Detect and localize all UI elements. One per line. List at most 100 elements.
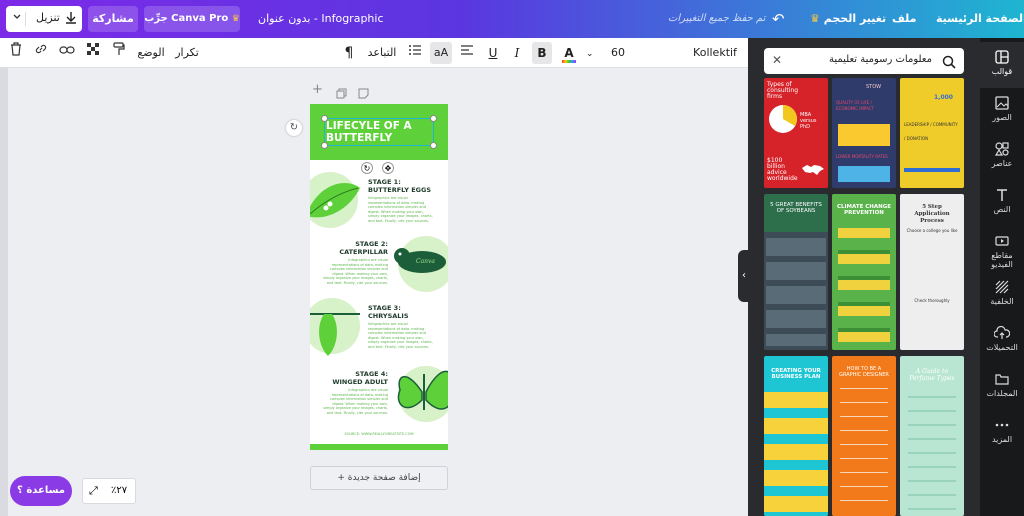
- font-family-dropdown[interactable]: Kollektif: [690, 42, 740, 64]
- design-page[interactable]: LIFECYLE OF A BUTTERFLY ↻ ✥ Canva STAGE …: [310, 104, 448, 450]
- sidebar-item-uploads[interactable]: التحميلات: [980, 318, 1024, 364]
- save-status: تم حفظ جميع التغييرات: [668, 13, 766, 24]
- duplicate-button[interactable]: تكرار: [174, 42, 200, 64]
- template-card[interactable]: 5 GREAT BENEFITS OF SOYBEANS: [764, 194, 828, 350]
- sidebar-item-folders[interactable]: المجلدات: [980, 364, 1024, 410]
- add-element-icon[interactable]: +: [312, 82, 323, 97]
- sidebar-item-photos[interactable]: الصور: [980, 88, 1024, 134]
- sidebar-item-elements[interactable]: عناصر: [980, 134, 1024, 180]
- uploads-icon: [994, 326, 1010, 339]
- stage1-title: STAGE 1: BUTTERFLY EGGS: [368, 178, 432, 194]
- align-icon[interactable]: [458, 42, 476, 64]
- stage2-title: STAGE 2: CATERPILLAR: [339, 240, 388, 256]
- list-icon[interactable]: [406, 42, 424, 64]
- template-card[interactable]: HOW TO BE A GRAPHIC DESIGNER: [832, 356, 896, 516]
- chart-block: [838, 166, 890, 182]
- home-link[interactable]: الصفحة الرئيسية ›: [936, 0, 1024, 38]
- template-card[interactable]: CREATING YOUR BUSINESS PLAN: [764, 356, 828, 516]
- clear-search-icon[interactable]: ✕: [772, 53, 782, 67]
- zoom-control[interactable]: ⤢ ٪٢٧: [82, 478, 136, 504]
- template-card[interactable]: STOW QUALITY OF LIFE / ECONOMIC IMPACT L…: [832, 78, 896, 188]
- template-card[interactable]: 5 Step Application Process Choose a coll…: [900, 194, 964, 350]
- collapse-panel-handle[interactable]: ‹: [738, 250, 750, 302]
- sidebar-item-label: عناصر: [991, 159, 1013, 168]
- note-icon[interactable]: [358, 84, 369, 103]
- content-rows: [764, 392, 828, 516]
- template-card[interactable]: 1,000 LEADERSHIP / COMMUNITY / DONATION: [900, 78, 964, 188]
- stage3-text: Infographics are visual representations …: [368, 322, 433, 349]
- link-icon[interactable]: [32, 42, 50, 64]
- sidebar-item-video[interactable]: مقاطع الفيديو: [980, 226, 1024, 272]
- add-page-button[interactable]: + إضافة صفحة جديدة: [310, 466, 448, 490]
- sidebar-item-label: الخلفية: [990, 297, 1014, 306]
- position-button[interactable]: الوضع: [136, 42, 166, 64]
- paint-roller-icon[interactable]: [110, 42, 128, 64]
- italic-icon[interactable]: I: [508, 42, 526, 64]
- template-card-stat: LOWER MORTALITY RATES: [836, 154, 888, 159]
- photos-icon: [995, 96, 1009, 110]
- background-icon: [995, 280, 1009, 294]
- document-title[interactable]: بدون عنوان - Infographic: [258, 0, 384, 38]
- template-card[interactable]: A Guide to Perfume Types: [900, 356, 964, 516]
- trash-icon[interactable]: [8, 42, 24, 64]
- sidebar-item-more[interactable]: المزيد: [980, 410, 1024, 456]
- case-toggle[interactable]: aA: [430, 42, 452, 64]
- sidebar-item-label: الصور: [992, 113, 1012, 122]
- spacing-button[interactable]: التباعد: [366, 42, 398, 64]
- chain-icon[interactable]: [58, 42, 76, 64]
- template-card-title: 5 GREAT BENEFITS OF SOYBEANS: [770, 202, 822, 214]
- download-label: تنزيل: [36, 11, 60, 24]
- download-button[interactable]: تنزيل: [6, 6, 82, 32]
- underline-icon[interactable]: U: [484, 42, 502, 64]
- template-search[interactable]: ✕ معلومات رسومية تعليمية: [764, 48, 964, 74]
- font-size-dropdown[interactable]: ⌄ 60: [586, 42, 636, 64]
- resize-label: تغيير الحجم: [823, 12, 887, 25]
- copy-page-icon[interactable]: [336, 84, 347, 103]
- sidebar-item-label: النص: [993, 205, 1011, 214]
- template-card-stat: Check thoroughly: [914, 298, 950, 303]
- transparency-icon[interactable]: [84, 42, 102, 64]
- crown-icon: ♛: [810, 12, 820, 25]
- home-label: الصفحة الرئيسية: [936, 12, 1024, 25]
- image-grid: [766, 238, 826, 346]
- chart-block: [904, 168, 960, 172]
- template-card-subtitle: LEADERSHIP / COMMUNITY / DONATION: [904, 122, 958, 141]
- template-card-title: 5 Step Application Process: [914, 204, 950, 224]
- template-card[interactable]: Types of consulting firms MBA versus PhD…: [764, 78, 828, 188]
- bold-icon[interactable]: B: [532, 42, 552, 64]
- world-map-icon: [802, 165, 824, 175]
- content-rows: [840, 388, 888, 512]
- sidebar-nav: قوالب الصور عناصر النص مقاطع الفيديو الخ…: [980, 38, 1024, 516]
- template-card-title: HOW TO BE A GRAPHIC DESIGNER: [839, 366, 889, 378]
- chevron-down-icon[interactable]: [12, 12, 26, 26]
- refresh-icon[interactable]: ↻: [286, 120, 302, 136]
- egg-icon: [327, 201, 333, 207]
- sidebar-item-text[interactable]: النص: [980, 180, 1024, 226]
- font-size-value: 60: [611, 46, 626, 59]
- template-card-title: 1,000: [934, 94, 953, 101]
- sidebar-item-background[interactable]: الخلفية: [980, 272, 1024, 318]
- file-menu[interactable]: ملف: [892, 0, 916, 38]
- templates-icon: [995, 50, 1009, 64]
- undo-icon[interactable]: ↶: [772, 0, 785, 38]
- text-color-icon[interactable]: A: [560, 42, 578, 64]
- share-button[interactable]: مشاركة: [88, 6, 138, 32]
- try-pro-button[interactable]: جرِّب Canva Pro ♛: [144, 6, 240, 32]
- paragraph-icon[interactable]: ¶: [340, 42, 358, 64]
- text-icon: [997, 189, 1007, 201]
- search-input[interactable]: معلومات رسومية تعليمية: [808, 54, 932, 65]
- color-bar: [562, 60, 576, 63]
- help-button[interactable]: مساعدة ؟: [10, 476, 72, 506]
- stage2-text: Infographics are visual representations …: [323, 258, 388, 285]
- source-text: SOURCE: WWW.REALLYGREATSITE.COM: [344, 432, 414, 436]
- sidebar-item-templates[interactable]: قوالب: [980, 42, 1024, 88]
- content-rows: [908, 396, 956, 512]
- template-card-title: STOW: [866, 84, 882, 90]
- expand-icon[interactable]: ⤢: [89, 479, 98, 503]
- template-card-subtitle: Choose a college you like: [906, 228, 958, 233]
- template-card[interactable]: CLIMATE CHANGE PREVENTION: [832, 194, 896, 350]
- pie-icon: [769, 105, 797, 133]
- resize-menu[interactable]: ♛ تغيير الحجم: [810, 0, 886, 38]
- more-icon: [995, 423, 1009, 427]
- video-icon: [995, 236, 1009, 246]
